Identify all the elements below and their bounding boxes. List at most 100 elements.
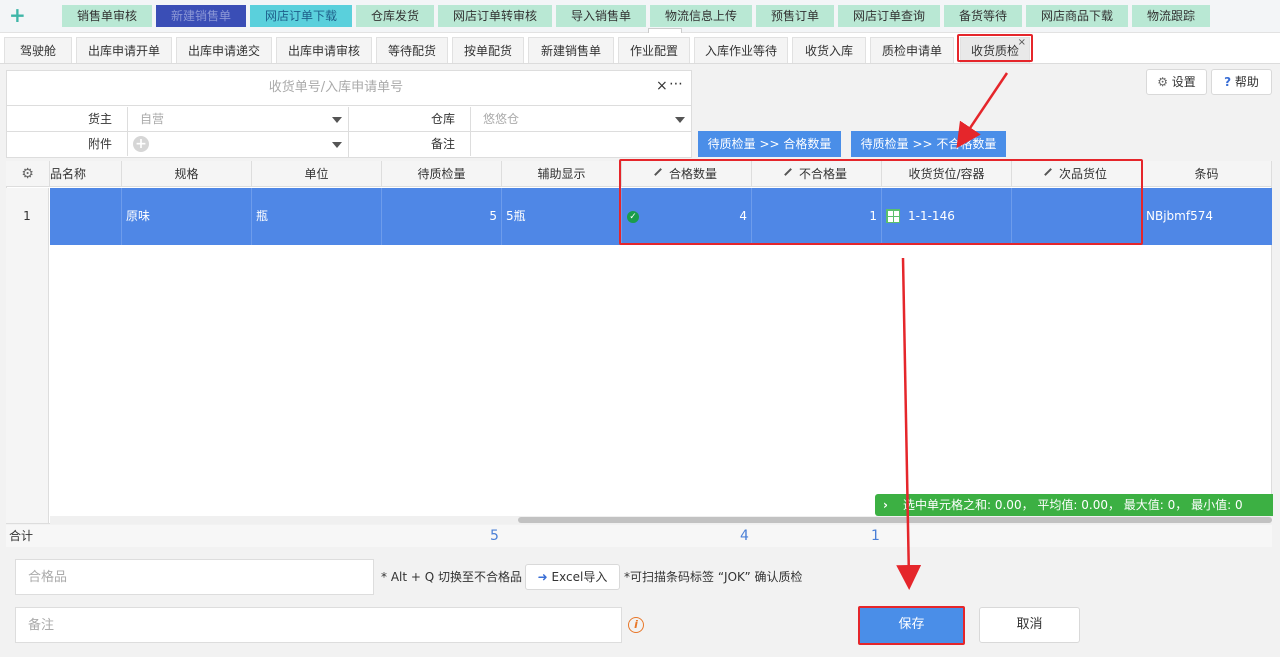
toolbar-button-import-sales[interactable]: 导入销售单 xyxy=(556,5,646,27)
to-unqualified-button[interactable]: 待质检量 >> 不合格数量 xyxy=(851,131,1006,157)
col-header-unqualified-label: 不合格量 xyxy=(798,167,847,181)
total-unqualified: 1 xyxy=(871,528,880,544)
settings-button[interactable]: ⚙ 设置 xyxy=(1146,69,1207,95)
toolbar-button-download-orders[interactable]: 网店订单下载 xyxy=(250,5,352,27)
chevron-right-icon[interactable]: › xyxy=(883,494,888,516)
cell-barcode[interactable]: NBjbmf574 xyxy=(1142,188,1272,245)
total-pending: 5 xyxy=(490,528,499,544)
cell-unit[interactable]: 瓶 xyxy=(252,188,382,245)
col-header-aux[interactable]: 辅助显示 xyxy=(502,161,622,187)
tab-qc-request[interactable]: 质检申请单 xyxy=(870,37,954,63)
tab-receive-qc[interactable]: 收货质检 × xyxy=(960,37,1030,63)
grid-settings-header[interactable]: ⚙ xyxy=(6,161,50,187)
tab-outbound-apply[interactable]: 出库申请开单 xyxy=(76,37,172,63)
cell-pending[interactable]: 5 xyxy=(382,188,502,245)
col-header-qualified[interactable]: 合格数量 xyxy=(622,161,752,187)
check-icon: ✓ xyxy=(627,211,639,223)
cell-unqualified[interactable]: 1 xyxy=(752,188,882,245)
col-header-unqualified[interactable]: 不合格量 xyxy=(752,161,882,187)
scan-hint: *可扫描条码标签 “JOK” 确认质检 xyxy=(624,570,803,584)
cell-name[interactable] xyxy=(50,188,122,245)
qualified-scan-input[interactable]: 合格品 xyxy=(15,559,374,595)
chevron-down-icon[interactable] xyxy=(332,142,342,148)
toolbar-button-sales-review[interactable]: 销售单审核 xyxy=(62,5,152,27)
toolbar-button-logistics-upload[interactable]: 物流信息上传 xyxy=(650,5,752,27)
cancel-button[interactable]: 取消 xyxy=(979,607,1080,643)
tab-outbound-review[interactable]: 出库申请审核 xyxy=(276,37,372,63)
toolbar-button-order-to-review[interactable]: 网店订单转审核 xyxy=(438,5,552,27)
excel-import-label: Excel导入 xyxy=(551,570,608,584)
cell-location[interactable]: 1-1-146 xyxy=(882,188,1012,245)
col-header-qualified-label: 合格数量 xyxy=(668,167,717,181)
switch-hint: * Alt + Q 切换至不合格品 xyxy=(381,570,523,584)
col-header-unit[interactable]: 单位 xyxy=(252,161,382,187)
tab-strip: 驾驶舱 出库申请开单 出库申请递交 出库申请审核 等待配货 按单配货 新建销售单… xyxy=(0,34,1280,64)
help-button[interactable]: ? 帮助 xyxy=(1211,69,1272,95)
save-button[interactable]: 保存 xyxy=(860,607,963,643)
help-icon: ? xyxy=(1224,75,1232,89)
cell-aux[interactable]: 5瓶 xyxy=(502,188,622,245)
remark-label: 备注 xyxy=(430,137,455,151)
container-grid-icon xyxy=(886,209,900,223)
col-header-barcode[interactable]: 条码 xyxy=(1142,161,1272,187)
row-number: 1 xyxy=(6,188,49,245)
tab-await-picking[interactable]: 等待配货 xyxy=(376,37,448,63)
tab-receive-inbound[interactable]: 收货入库 xyxy=(792,37,866,63)
row-number-column xyxy=(6,245,49,523)
toolbar-button-warehouse-ship[interactable]: 仓库发货 xyxy=(356,5,434,27)
attachment-field[interactable] xyxy=(127,132,348,156)
col-header-pending[interactable]: 待质检量 xyxy=(382,161,502,187)
toolbar-button-presale[interactable]: 预售订单 xyxy=(756,5,834,27)
cell-spec[interactable]: 原味 xyxy=(122,188,252,245)
horizontal-scrollbar[interactable] xyxy=(50,516,1272,524)
chevron-down-icon[interactable] xyxy=(675,117,685,123)
toolbar-button-order-query[interactable]: 网店订单查询 xyxy=(838,5,940,27)
tab-cockpit[interactable]: 驾驶舱 xyxy=(4,37,72,63)
more-icon[interactable]: ⋯ xyxy=(669,76,683,92)
tab-new-sales[interactable]: 新建销售单 xyxy=(528,37,614,63)
info-icon[interactable]: i xyxy=(628,617,644,633)
cell-qualified[interactable]: 4 xyxy=(622,188,752,245)
warehouse-select[interactable]: 悠悠仓 xyxy=(470,107,691,131)
import-icon: ➜ xyxy=(537,570,548,584)
toolbar-button-new-sales[interactable]: 新建销售单 xyxy=(156,5,246,27)
toolbar-button-product-download[interactable]: 网店商品下载 xyxy=(1026,5,1128,27)
col-header-name[interactable]: 品名称 xyxy=(50,161,122,187)
remark-field[interactable] xyxy=(470,132,691,156)
close-icon[interactable]: × xyxy=(1018,30,1026,56)
pencil-icon xyxy=(1044,168,1057,181)
toolbar-button-logistics-track[interactable]: 物流跟踪 xyxy=(1132,5,1210,27)
cell-defect-location[interactable] xyxy=(1012,188,1142,245)
col-header-defect-location[interactable]: 次品货位 xyxy=(1012,161,1142,187)
tab-pick-by-order[interactable]: 按单配货 xyxy=(452,37,524,63)
excel-import-button[interactable]: ➜ Excel导入 xyxy=(525,564,620,590)
settings-label: 设置 xyxy=(1171,75,1196,89)
pencil-icon xyxy=(784,168,797,181)
receipt-search-input[interactable]: 收货单号/入库申请单号 xyxy=(6,70,666,106)
selection-stats-text: 选中单元格之和: 0.00， 平均值: 0.00， 最大值: 0， 最小值: 0 xyxy=(903,498,1243,512)
collapse-handle[interactable] xyxy=(648,28,682,33)
tab-outbound-submit[interactable]: 出库申请递交 xyxy=(176,37,272,63)
search-row: 收货单号/入库申请单号 × ⋯ xyxy=(6,70,692,106)
tab-job-config[interactable]: 作业配置 xyxy=(618,37,690,63)
to-qualified-button[interactable]: 待质检量 >> 合格数量 xyxy=(698,131,841,157)
totals-label: 合计 xyxy=(9,529,34,543)
selection-stats-bar: › 选中单元格之和: 0.00， 平均值: 0.00， 最大值: 0， 最小值:… xyxy=(875,494,1273,516)
tab-inbound-wait[interactable]: 入库作业等待 xyxy=(694,37,788,63)
pencil-icon xyxy=(654,168,667,181)
scrollbar-thumb[interactable] xyxy=(518,517,1272,523)
chevron-down-icon[interactable] xyxy=(332,117,342,123)
col-header-spec[interactable]: 规格 xyxy=(122,161,252,187)
add-attachment-icon[interactable]: + xyxy=(133,136,149,152)
toolbar-button-stock-wait[interactable]: 备货等待 xyxy=(944,5,1022,27)
clear-icon[interactable]: × xyxy=(656,78,668,94)
remark-input[interactable]: 备注 xyxy=(15,607,622,643)
plus-icon[interactable]: + xyxy=(9,4,27,26)
owner-label: 货主 xyxy=(87,112,112,126)
attachment-label: 附件 xyxy=(87,137,112,151)
col-header-defect-location-label: 次品货位 xyxy=(1058,167,1107,181)
owner-select[interactable]: 自营 xyxy=(127,107,348,131)
col-header-location[interactable]: 收货货位/容器 xyxy=(882,161,1012,187)
total-qualified: 4 xyxy=(740,528,749,544)
gear-icon[interactable]: ⚙ xyxy=(21,166,34,182)
